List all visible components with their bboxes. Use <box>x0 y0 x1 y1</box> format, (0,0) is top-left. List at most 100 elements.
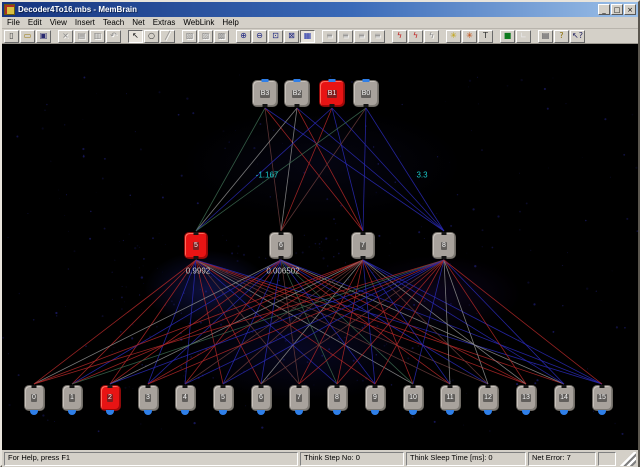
neuron-label: B0 <box>361 90 372 98</box>
undo-button[interactable]: ↶ <box>106 30 121 43</box>
link-info-button[interactable]: ≡ <box>354 30 369 43</box>
zoom-out-button[interactable]: ⊖ <box>252 30 267 43</box>
copy-button[interactable]: ▤ <box>74 30 89 43</box>
cut-button[interactable]: × <box>58 30 73 43</box>
output-layer-neuron-0[interactable]: 0 <box>24 385 45 411</box>
bring-to-front-button[interactable]: ▧ <box>182 30 197 43</box>
start-thinking-button[interactable]: ■ <box>500 30 515 43</box>
group-selection-button[interactable]: ▩ <box>214 30 229 43</box>
link-stub <box>70 385 75 388</box>
menu-insert[interactable]: Insert <box>71 18 99 27</box>
stop-thinking-button[interactable]: ∟ <box>516 30 531 43</box>
app-icon <box>4 4 15 15</box>
lesson-editor-button[interactable]: ϟ <box>392 30 407 43</box>
input-layer-neuron-B0[interactable]: B0 <box>353 80 379 107</box>
add-neuron-tool-button[interactable]: ○ <box>144 30 159 43</box>
send-to-back-button[interactable]: ▨ <box>198 30 213 43</box>
zoom-fit-button[interactable]: ⊡ <box>268 30 283 43</box>
open-file-button[interactable]: ▭ <box>20 30 35 43</box>
network-canvas[interactable]: B3B2B1B056780123456789101112131415-1.167… <box>2 44 638 450</box>
menu-net[interactable]: Net <box>128 18 148 27</box>
link-stub <box>194 232 199 235</box>
menu-edit[interactable]: Edit <box>24 18 46 27</box>
neuron-info-button[interactable]: ≡ <box>370 30 385 43</box>
menu-weblink[interactable]: WebLink <box>179 18 218 27</box>
output-layer-neuron-7[interactable]: 7 <box>289 385 310 411</box>
resize-grip[interactable] <box>618 452 636 466</box>
neuron-activation-label: 0.006502 <box>266 267 299 276</box>
output-layer-neuron-14[interactable]: 14 <box>554 385 575 411</box>
link-stub <box>524 385 529 388</box>
link-stub <box>448 385 453 388</box>
link-stub <box>330 104 335 107</box>
hidden-layer-neuron-7[interactable]: 7 <box>351 232 375 259</box>
menu-view[interactable]: View <box>46 18 71 27</box>
add-link-tool-button[interactable]: ╱ <box>160 30 175 43</box>
menu-file[interactable]: File <box>3 18 24 27</box>
neuron-label: 14 <box>559 394 569 402</box>
input-layer-neuron-B2[interactable]: B2 <box>284 80 310 107</box>
stop-teaching-button[interactable]: ϟ <box>424 30 439 43</box>
link-stub <box>486 385 491 388</box>
status-think-step: Think Step No: 0 <box>300 452 404 466</box>
output-layer-neuron-12[interactable]: 12 <box>478 385 499 411</box>
pattern-view-button[interactable]: ▦ <box>300 30 315 43</box>
think-step-button[interactable]: ✳ <box>446 30 461 43</box>
link-stub <box>442 256 447 259</box>
neuron-label: 10 <box>408 394 418 402</box>
output-layer-neuron-13[interactable]: 13 <box>516 385 537 411</box>
output-layer-neuron-11[interactable]: 11 <box>440 385 461 411</box>
layer-info-button[interactable]: ≡ <box>338 30 353 43</box>
link-stub <box>279 256 284 259</box>
input-layer-neuron-B3[interactable]: B3 <box>252 80 278 107</box>
output-layer-neuron-1[interactable]: 1 <box>62 385 83 411</box>
input-layer-neuron-B1[interactable]: B1 <box>319 80 345 107</box>
toolbar-group: ▯▭▣ <box>4 30 52 43</box>
about-button[interactable]: ? <box>554 30 569 43</box>
toolbar-group: ▤?↖? <box>538 30 586 43</box>
neuron-label: 6 <box>278 242 284 250</box>
link-stub <box>295 104 300 107</box>
output-layer-neuron-8[interactable]: 8 <box>327 385 348 411</box>
minimize-button[interactable]: _ <box>598 4 610 15</box>
hidden-layer-neuron-5[interactable]: 5 <box>184 232 208 259</box>
output-layer-neuron-15[interactable]: 15 <box>592 385 613 411</box>
menu-extras[interactable]: Extras <box>149 18 180 27</box>
teacher-manager-button[interactable]: ϟ <box>408 30 423 43</box>
new-file-button[interactable]: ▯ <box>4 30 19 43</box>
neuron-label: 8 <box>334 394 340 402</box>
menu-teach[interactable]: Teach <box>99 18 128 27</box>
zoom-in-button[interactable]: ⊕ <box>236 30 251 43</box>
output-layer-neuron-4[interactable]: 4 <box>175 385 196 411</box>
neuron-label: 12 <box>483 394 493 402</box>
zoom-selection-button[interactable]: ⊠ <box>284 30 299 43</box>
output-layer-neuron-10[interactable]: 10 <box>403 385 424 411</box>
status-bar: For Help, press F1 Think Step No: 0 Thin… <box>2 450 638 467</box>
input-activation-marker <box>329 79 336 82</box>
link-stub <box>108 385 113 388</box>
link-stub <box>361 256 366 259</box>
menu-help[interactable]: Help <box>218 18 242 27</box>
close-button[interactable]: × <box>624 4 636 15</box>
print-button[interactable]: ▤ <box>538 30 553 43</box>
neuron-label: 1 <box>69 394 75 402</box>
neuron-label: 7 <box>296 394 302 402</box>
title-bar[interactable]: Decoder4To16.mbs - MemBrain _ □ × <box>2 2 638 17</box>
output-layer-neuron-3[interactable]: 3 <box>138 385 159 411</box>
paste-button[interactable]: ▥ <box>90 30 105 43</box>
hidden-layer-neuron-8[interactable]: 8 <box>432 232 456 259</box>
reset-activations-button[interactable]: ✳ <box>462 30 477 43</box>
hidden-layer-neuron-6[interactable]: 6 <box>269 232 293 259</box>
toggle-names-button[interactable]: T <box>478 30 493 43</box>
output-layer-neuron-9[interactable]: 9 <box>365 385 386 411</box>
save-file-button[interactable]: ▣ <box>36 30 51 43</box>
context-help-button[interactable]: ↖? <box>570 30 585 43</box>
net-info-button[interactable]: ≡ <box>322 30 337 43</box>
output-layer-neuron-5[interactable]: 5 <box>213 385 234 411</box>
link-stub <box>373 385 378 388</box>
input-activation-marker <box>262 79 269 82</box>
output-layer-neuron-6[interactable]: 6 <box>251 385 272 411</box>
select-tool-button[interactable]: ↖ <box>128 30 143 43</box>
maximize-button[interactable]: □ <box>611 4 623 15</box>
output-layer-neuron-2[interactable]: 2 <box>100 385 121 411</box>
